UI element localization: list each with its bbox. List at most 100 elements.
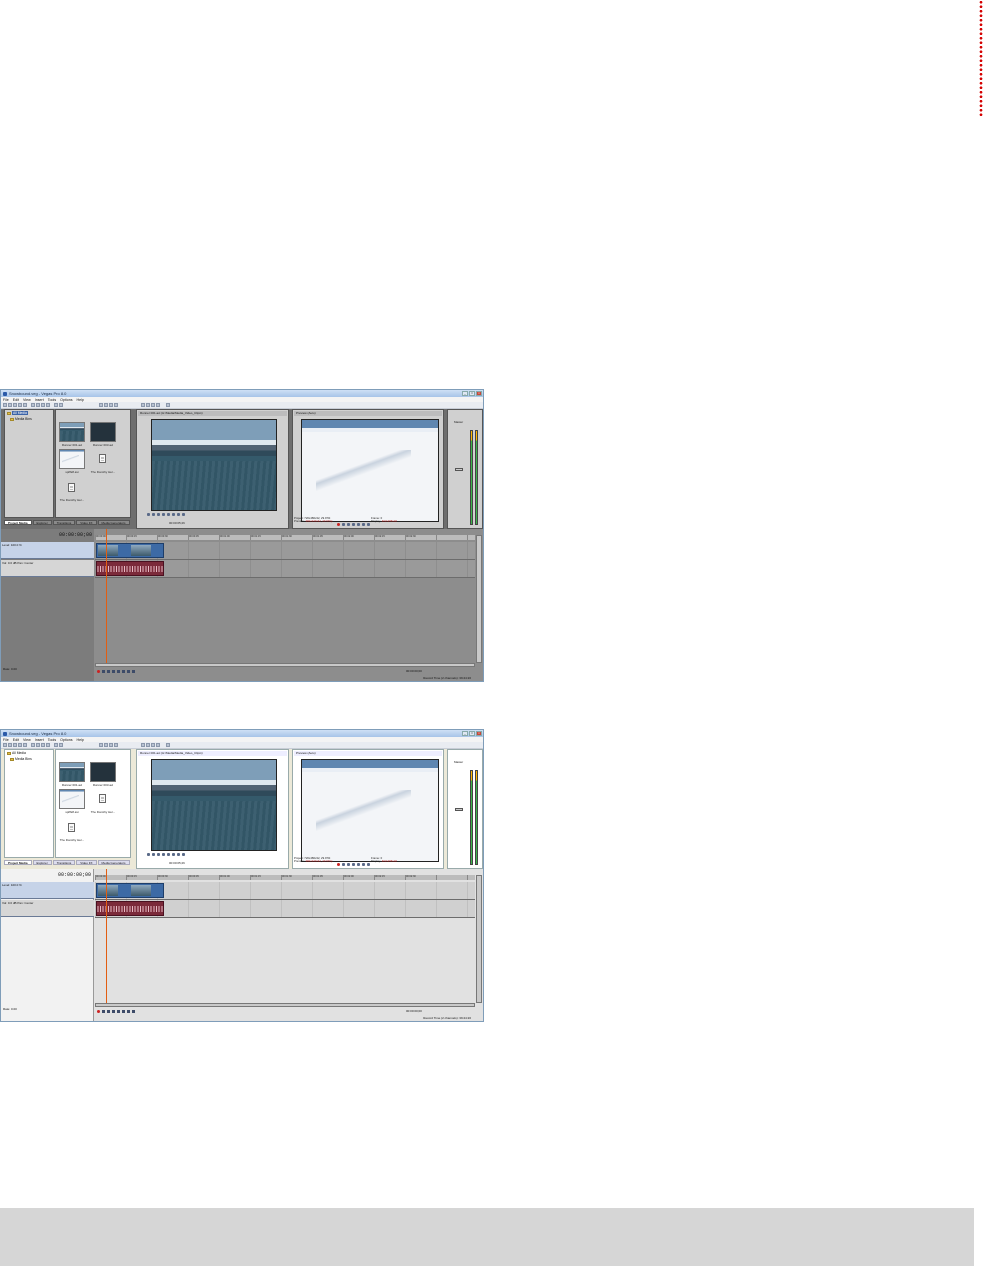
new-project-icon[interactable] — [3, 403, 7, 407]
record-icon[interactable] — [97, 670, 100, 673]
document-icon[interactable] — [68, 823, 75, 832]
tab-media-generators[interactable]: Media Generators — [97, 520, 130, 525]
media-thumb-2[interactable] — [90, 762, 116, 782]
go-to-end-icon[interactable] — [132, 1010, 135, 1013]
open-icon[interactable] — [8, 743, 12, 747]
loop-icon[interactable] — [102, 1010, 105, 1013]
timeline-horizontal-scrollbar[interactable] — [95, 1003, 475, 1007]
pause-icon[interactable] — [157, 853, 160, 856]
prev-frame-icon[interactable] — [167, 853, 170, 856]
media-thumb-2[interactable] — [90, 422, 116, 442]
document-icon[interactable] — [68, 483, 75, 492]
pause-icon[interactable] — [352, 523, 355, 526]
lock-envelopes-icon[interactable] — [156, 743, 160, 747]
menu-edit[interactable]: Edit — [13, 738, 19, 742]
save-icon[interactable] — [13, 403, 17, 407]
trimmer-video-frame[interactable] — [151, 759, 277, 851]
normal-edit-tool-icon[interactable] — [99, 743, 103, 747]
timeline-ruler[interactable]: 00:00:00 00:00:15 00:00:30 00:00:45 00:0… — [95, 535, 475, 540]
menu-help[interactable]: Help — [77, 738, 84, 742]
play-icon[interactable] — [112, 1010, 115, 1013]
timeline-ruler[interactable]: 00:00:00 00:00:15 00:00:30 00:00:45 00:0… — [95, 875, 475, 880]
stop-icon[interactable] — [162, 853, 165, 856]
timeline-vertical-scrollbar[interactable] — [476, 535, 482, 663]
selection-tool-icon[interactable] — [109, 743, 113, 747]
play-icon[interactable] — [347, 863, 350, 866]
tab-video-fx[interactable]: Video FX — [76, 860, 97, 865]
stop-icon[interactable] — [162, 513, 165, 516]
document-icon[interactable] — [99, 794, 106, 803]
play-icon[interactable] — [152, 513, 155, 516]
delete-icon[interactable] — [46, 743, 50, 747]
media-thumb-1[interactable] — [59, 422, 85, 442]
prev-frame-icon[interactable] — [362, 863, 365, 866]
tab-transitions[interactable]: Transitions — [52, 860, 76, 865]
help-icon[interactable] — [166, 743, 170, 747]
master-fader[interactable] — [455, 468, 463, 471]
video-track-header[interactable]: Level: 100.0 % — [1, 542, 94, 559]
redo-icon[interactable] — [59, 403, 63, 407]
ripple-edit-icon[interactable] — [151, 403, 155, 407]
minimize-button[interactable]: _ — [462, 731, 468, 736]
audio-track-lane[interactable] — [95, 560, 475, 578]
paste-icon[interactable] — [41, 743, 45, 747]
tab-explorer[interactable]: Explorer — [32, 860, 52, 865]
stop-icon[interactable] — [357, 863, 360, 866]
loop-icon[interactable] — [102, 670, 105, 673]
help-icon[interactable] — [166, 403, 170, 407]
properties-icon[interactable] — [23, 403, 27, 407]
stop-icon[interactable] — [122, 670, 125, 673]
delete-icon[interactable] — [46, 403, 50, 407]
menu-tools[interactable]: Tools — [48, 738, 56, 742]
preview-quality-dropdown[interactable]: Preview (Auto) — [294, 751, 442, 756]
render-icon[interactable] — [18, 743, 22, 747]
menu-view[interactable]: View — [23, 738, 31, 742]
video-track-lane[interactable] — [95, 882, 475, 900]
stop-icon[interactable] — [357, 523, 360, 526]
pause-icon[interactable] — [157, 513, 160, 516]
next-frame-icon[interactable] — [367, 863, 370, 866]
pause-icon[interactable] — [117, 1010, 120, 1013]
snapping-icon[interactable] — [141, 743, 145, 747]
selection-tool-icon[interactable] — [109, 403, 113, 407]
next-frame-icon[interactable] — [172, 853, 175, 856]
copy-icon[interactable] — [36, 403, 40, 407]
save-icon[interactable] — [13, 743, 17, 747]
snapping-icon[interactable] — [141, 403, 145, 407]
record-icon[interactable] — [97, 1010, 100, 1013]
menu-insert[interactable]: Insert — [35, 738, 44, 742]
auto-crossfade-icon[interactable] — [146, 743, 150, 747]
timeline-vertical-scrollbar[interactable] — [476, 875, 482, 1003]
go-to-end-icon[interactable] — [132, 670, 135, 673]
cut-icon[interactable] — [31, 743, 35, 747]
media-thumb-3[interactable] — [59, 449, 85, 469]
trimmer-header[interactable]: Runner 001.avi (H:\Media\Media_Video_Cli… — [138, 751, 287, 756]
tab-media-generators[interactable]: Media Generators — [97, 860, 130, 865]
video-track-header[interactable]: Level: 100.0 % — [1, 882, 94, 899]
ripple-edit-icon[interactable] — [151, 743, 155, 747]
menu-help[interactable]: Help — [77, 398, 84, 402]
mark-out-icon[interactable] — [182, 513, 185, 516]
media-thumb-3[interactable] — [59, 789, 85, 809]
timeline-horizontal-scrollbar[interactable] — [95, 663, 475, 667]
open-icon[interactable] — [8, 403, 12, 407]
record-icon[interactable] — [337, 523, 340, 526]
prev-frame-icon[interactable] — [362, 523, 365, 526]
undo-icon[interactable] — [54, 403, 58, 407]
play-icon[interactable] — [347, 523, 350, 526]
envelope-tool-icon[interactable] — [104, 403, 108, 407]
copy-icon[interactable] — [36, 743, 40, 747]
close-button[interactable]: × — [476, 731, 482, 736]
tab-video-fx[interactable]: Video FX — [76, 520, 97, 525]
zoom-tool-icon[interactable] — [114, 743, 118, 747]
timeline-cursor[interactable] — [106, 869, 107, 1005]
next-frame-icon[interactable] — [172, 513, 175, 516]
preview-quality-dropdown[interactable]: Preview (Auto) — [294, 411, 442, 416]
loop-icon[interactable] — [147, 853, 150, 856]
undo-icon[interactable] — [54, 743, 58, 747]
go-to-start-icon[interactable] — [127, 1010, 130, 1013]
menu-options[interactable]: Options — [60, 398, 72, 402]
new-project-icon[interactable] — [3, 743, 7, 747]
menu-options[interactable]: Options — [60, 738, 72, 742]
loop-icon[interactable] — [342, 523, 345, 526]
